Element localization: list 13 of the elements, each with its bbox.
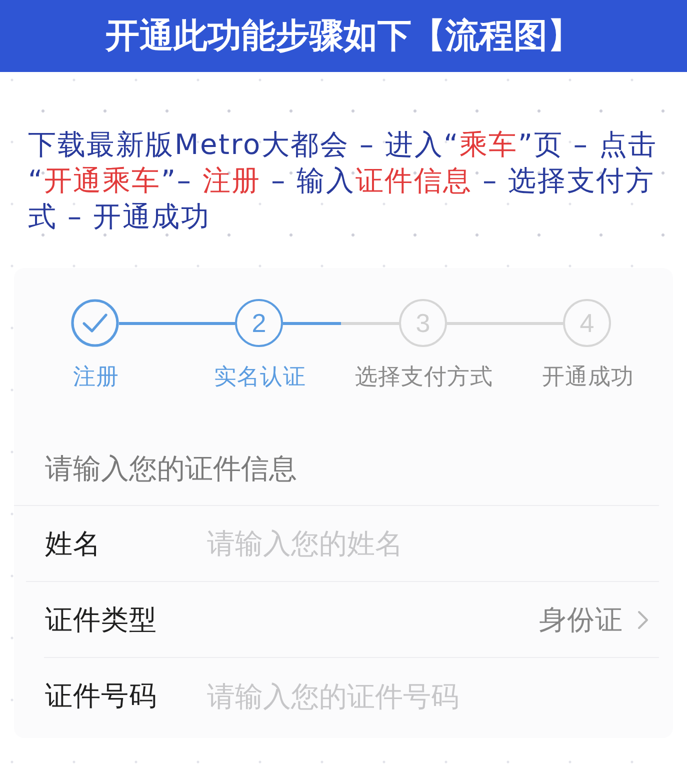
step-label: 选择支付方式 (355, 363, 493, 392)
instructions-text: 下载最新版Metro大都会 – 进入“乘车”页 – 点击 “开通乘车”– 注册 – 输入证件信息 – 选择支付方 式 – 开通成功 (28, 127, 658, 235)
section-heading: 请输入您的证件信息 (45, 451, 297, 487)
step-number: 2 (235, 299, 283, 347)
field-label: 姓名 (45, 526, 102, 562)
page-title: 开通此功能步骤如下【流程图】 (106, 15, 582, 57)
chevron-right-icon (637, 610, 649, 630)
field-label: 证件号码 (45, 679, 158, 714)
step-label: 注册 (73, 363, 119, 392)
step-label: 实名认证 (214, 363, 306, 392)
field-label: 证件类型 (45, 602, 158, 638)
step-label: 开通成功 (542, 363, 634, 392)
id-type-selector[interactable]: 身份证 (535, 598, 659, 642)
